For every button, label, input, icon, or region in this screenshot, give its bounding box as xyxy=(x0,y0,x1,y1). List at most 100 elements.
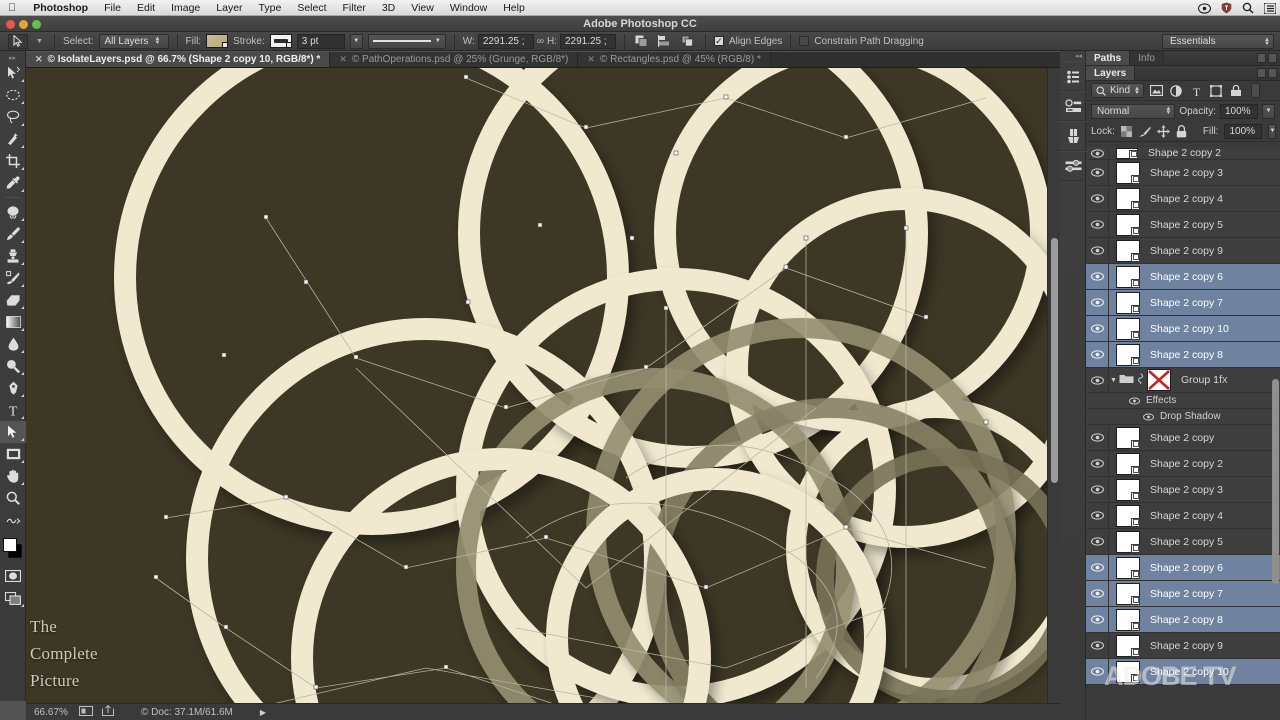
zoom-level[interactable]: 66.67% xyxy=(34,707,70,718)
width-input[interactable]: 2291.25 ; xyxy=(478,34,534,49)
layer-thumbnail[interactable] xyxy=(1116,427,1140,449)
layer-thumbnail[interactable] xyxy=(1116,292,1140,314)
layer-thumbnail[interactable] xyxy=(1116,453,1140,475)
blend-mode-dropdown[interactable]: Normal ▲▼ xyxy=(1091,104,1175,119)
type-layers-filter-icon[interactable]: T xyxy=(1189,83,1204,98)
effects-visibility-icon[interactable] xyxy=(1126,397,1142,405)
eraser-tool-icon[interactable] xyxy=(0,289,26,311)
close-icon[interactable]: ✕ xyxy=(339,54,347,65)
rectangular-marquee-tool-icon[interactable] xyxy=(0,84,26,106)
menu-item-type[interactable]: Type xyxy=(251,0,290,16)
blur-tool-icon[interactable] xyxy=(0,333,26,355)
tool-preset-chevron-icon[interactable]: ▼ xyxy=(33,38,46,45)
adjustment-layers-filter-icon[interactable] xyxy=(1169,83,1184,98)
table-row[interactable]: Shape 2 copy 10 xyxy=(1086,659,1280,685)
constrain-path-dragging-checkbox[interactable]: ✓ xyxy=(799,36,809,46)
document-tab-isolatelayers[interactable]: ✕ © IsolateLayers.psd @ 66.7% (Shape 2 c… xyxy=(26,52,330,67)
layer-visibility-icon[interactable] xyxy=(1086,503,1108,529)
align-edges-checkbox[interactable]: ✓ xyxy=(714,36,724,46)
layer-visibility-icon[interactable] xyxy=(1086,147,1108,160)
menu-item-edit[interactable]: Edit xyxy=(129,0,163,16)
layer-effects-fx-icon[interactable]: fx xyxy=(1219,374,1228,386)
rectangle-tool-icon[interactable] xyxy=(0,443,26,465)
table-row[interactable]: Shape 2 copy 2 xyxy=(1086,451,1280,477)
eyedropper-tool-icon[interactable] xyxy=(0,172,26,194)
layer-visibility-icon[interactable] xyxy=(1086,581,1108,607)
layer-visibility-icon[interactable] xyxy=(1086,264,1108,290)
gradient-tool-icon[interactable] xyxy=(0,311,26,333)
menu-item-3d[interactable]: 3D xyxy=(374,0,403,16)
layer-visibility-icon[interactable] xyxy=(1086,160,1108,186)
close-button[interactable] xyxy=(6,20,15,29)
table-row[interactable]: Shape 2 copy 4 xyxy=(1086,186,1280,212)
foreground-background-color[interactable] xyxy=(0,535,26,561)
layer-visibility-icon[interactable] xyxy=(1086,186,1108,212)
foreground-color-swatch[interactable] xyxy=(3,538,17,552)
clone-stamp-tool-icon[interactable] xyxy=(0,245,26,267)
menu-item-image[interactable]: Image xyxy=(163,0,208,16)
layer-thumbnail[interactable] xyxy=(1116,479,1140,501)
layer-thumbnail[interactable] xyxy=(1116,214,1140,236)
stroke-width-input[interactable]: 3 pt xyxy=(297,34,345,49)
panel-tab-info[interactable]: Info xyxy=(1130,51,1164,65)
layer-thumbnail[interactable] xyxy=(1116,531,1140,553)
lock-transparent-pixels-icon[interactable] xyxy=(1121,125,1132,138)
layer-visibility-icon[interactable] xyxy=(1086,607,1108,633)
properties-panel-icon[interactable] xyxy=(1060,151,1086,181)
filter-kind-dropdown[interactable]: Kind ▲▼ xyxy=(1091,83,1144,98)
hand-tool-icon[interactable] xyxy=(0,465,26,487)
layer-visibility-icon[interactable] xyxy=(1086,212,1108,238)
layer-thumbnail[interactable] xyxy=(1116,583,1140,605)
shield-icon[interactable] xyxy=(1221,2,1232,14)
menu-item-select[interactable]: Select xyxy=(289,0,334,16)
layer-effects-row[interactable]: Effects xyxy=(1086,393,1280,409)
close-icon[interactable]: ✕ xyxy=(35,54,43,65)
layer-thumbnail[interactable] xyxy=(1116,240,1140,262)
menu-item-photoshop[interactable]: Photoshop xyxy=(25,0,96,16)
fill-input[interactable]: 100% xyxy=(1224,124,1262,139)
layer-thumbnail[interactable] xyxy=(1116,344,1140,366)
layer-thumbnail[interactable] xyxy=(1116,557,1140,579)
select-layers-dropdown[interactable]: All Layers ▲▼ xyxy=(99,34,169,49)
tools-panel-grip[interactable]: ▸▸ xyxy=(0,53,25,62)
table-row[interactable]: Shape 2 copy 3 xyxy=(1086,160,1280,186)
layer-visibility-icon[interactable] xyxy=(1086,633,1108,659)
spotlight-search-icon[interactable] xyxy=(1242,2,1254,14)
table-row[interactable]: Shape 2 copy 9 xyxy=(1086,238,1280,264)
layer-thumbnail[interactable] xyxy=(1116,162,1140,184)
edit-toolbar-icon[interactable] xyxy=(0,509,26,531)
document-canvas[interactable]: The Complete Picture xyxy=(26,68,1060,703)
layer-visibility-icon[interactable] xyxy=(1086,451,1108,477)
lasso-tool-icon[interactable] xyxy=(0,106,26,128)
share-icon[interactable] xyxy=(102,705,114,719)
table-row[interactable]: Shape 2 copy 9 xyxy=(1086,633,1280,659)
artboard-icon[interactable] xyxy=(79,706,93,719)
menu-item-layer[interactable]: Layer xyxy=(208,0,250,16)
layer-thumbnail[interactable] xyxy=(1116,635,1140,657)
opacity-input[interactable]: 100% xyxy=(1220,104,1258,119)
height-input[interactable]: 2291.25 ; xyxy=(560,34,616,49)
layer-visibility-icon[interactable] xyxy=(1086,316,1108,342)
layer-visibility-icon[interactable] xyxy=(1086,342,1108,368)
layer-thumbnail[interactable] xyxy=(1116,609,1140,631)
dock-expand-grip[interactable]: ◂◂ xyxy=(1060,51,1085,61)
table-row[interactable]: Shape 2 copy 8 xyxy=(1086,342,1280,368)
drop-shadow-visibility-icon[interactable] xyxy=(1140,413,1156,421)
table-row[interactable]: Shape 2 copy 8 xyxy=(1086,607,1280,633)
layer-visibility-icon[interactable] xyxy=(1086,367,1108,393)
table-row[interactable]: Shape 2 copy 3 xyxy=(1086,477,1280,503)
layer-thumbnail[interactable] xyxy=(1116,188,1140,210)
fill-color-swatch[interactable] xyxy=(206,34,228,48)
fill-chevron-icon[interactable]: ▼ xyxy=(1268,124,1276,139)
crop-tool-icon[interactable] xyxy=(0,150,26,172)
quick-mask-icon[interactable] xyxy=(0,565,26,587)
layer-visibility-icon[interactable] xyxy=(1086,238,1108,264)
menu-item-window[interactable]: Window xyxy=(442,0,495,16)
stroke-width-chevron-icon[interactable]: ▼ xyxy=(350,34,363,49)
canvas-vertical-scrollbar[interactable] xyxy=(1047,68,1060,703)
menu-item-view[interactable]: View xyxy=(403,0,442,16)
move-tool-icon[interactable] xyxy=(0,62,26,84)
link-chain-icon[interactable]: ∞ xyxy=(537,36,544,47)
pen-tool-icon[interactable] xyxy=(0,377,26,399)
spot-healing-brush-tool-icon[interactable] xyxy=(0,201,26,223)
